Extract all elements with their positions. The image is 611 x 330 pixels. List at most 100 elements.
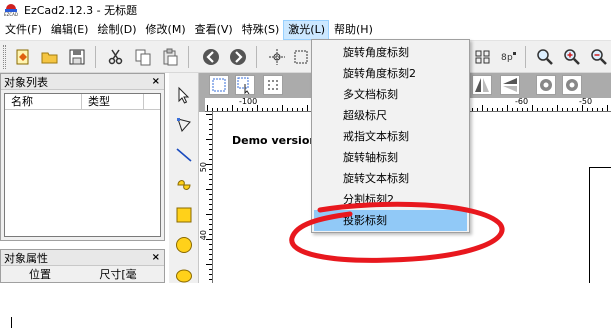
mirror-vertical-icon[interactable] <box>500 75 520 95</box>
object-properties-close-icon[interactable]: × <box>152 252 160 263</box>
back-icon[interactable] <box>199 46 223 68</box>
ruler-tick <box>572 108 573 111</box>
ruler-tick <box>487 108 488 111</box>
ruler-tick <box>567 108 568 111</box>
node-grid-icon[interactable]: 8p <box>496 46 520 68</box>
grid-icon[interactable] <box>471 46 495 68</box>
menu-item-multi-document-mark[interactable]: 多文档标刻 <box>312 84 469 105</box>
menu-item-rotate-angle-mark[interactable]: 旋转角度标刻 <box>312 42 469 63</box>
ruler-tick <box>297 108 298 111</box>
ruler-tick <box>209 209 212 210</box>
ruler-tick <box>292 108 293 111</box>
menu-view[interactable]: 查看(V) <box>190 20 237 40</box>
save-icon[interactable] <box>65 46 89 68</box>
ruler-tick <box>209 204 212 205</box>
menu-item-projection-mark[interactable]: 投影标刻 <box>314 210 467 231</box>
ruler-tick <box>252 108 253 111</box>
align-right-icon[interactable] <box>562 75 582 95</box>
pan-icon[interactable] <box>265 46 289 68</box>
ruler-tick <box>209 234 212 235</box>
object-list-close-icon[interactable]: × <box>152 76 160 87</box>
forward-icon[interactable] <box>226 46 250 68</box>
menu-item-rotate-text-mark[interactable]: 旋转文本标刻 <box>312 168 469 189</box>
ruler-tick <box>277 108 278 111</box>
menu-help[interactable]: 帮助(H) <box>329 20 377 40</box>
ruler-tick <box>207 105 208 111</box>
column-name[interactable]: 名称 <box>5 94 82 110</box>
ruler-tick <box>209 194 212 195</box>
cut-icon[interactable] <box>104 46 128 68</box>
line-tool-icon[interactable] <box>172 143 196 167</box>
ruler-tick <box>209 159 212 160</box>
menu-item-rotate-angle-mark-2[interactable]: 旋转角度标刻2 <box>312 63 469 84</box>
ruler-tick <box>209 179 212 180</box>
zoom-out-icon[interactable] <box>587 46 611 68</box>
ruler-tick <box>582 105 583 111</box>
open-file-icon[interactable] <box>11 46 35 68</box>
circle-tool-icon[interactable] <box>172 233 196 257</box>
toolbar-grip[interactable] <box>3 45 6 69</box>
ruler-tick <box>247 108 248 111</box>
ruler-tick <box>242 108 243 111</box>
column-type[interactable]: 类型 <box>82 94 144 110</box>
workspace-boundary <box>589 167 611 283</box>
menu-bar: 文件(F) 编辑(E) 绘制(D) 修改(M) 查看(V) 特殊(S) 激光(L… <box>0 20 611 40</box>
draw-dot-grid-icon[interactable] <box>263 75 283 95</box>
menu-laser[interactable]: 激光(L) <box>283 20 330 40</box>
ruler-tick <box>209 124 212 125</box>
zoom-icon[interactable] <box>533 46 557 68</box>
ruler-tick <box>206 264 212 265</box>
menu-item-ring-text-mark[interactable]: 戒指文本标刻 <box>312 126 469 147</box>
ruler-tick <box>267 108 268 111</box>
object-list[interactable]: 名称 类型 <box>4 93 161 237</box>
open-folder-icon[interactable] <box>38 46 62 68</box>
draw-select-box-icon[interactable] <box>209 75 229 95</box>
app-logo: EZCAD <box>4 3 18 17</box>
paste-icon[interactable] <box>158 46 182 68</box>
draw-toolbar <box>169 73 199 283</box>
menu-draw[interactable]: 绘制(D) <box>92 20 140 40</box>
ruler-tick <box>492 108 493 111</box>
curve-tool-icon[interactable] <box>172 173 196 197</box>
ruler-tick <box>212 108 213 111</box>
ruler-tick <box>209 184 212 185</box>
menu-item-split-mark-2[interactable]: 分割标刻2 <box>312 189 469 210</box>
menu-special[interactable]: 特殊(S) <box>237 20 284 40</box>
select-arrow-icon[interactable] <box>172 83 196 107</box>
ruler-tick <box>222 108 223 111</box>
ruler-tick <box>287 108 288 111</box>
ruler-tick <box>562 108 563 111</box>
vertical-ruler: 50 40 <box>199 112 213 283</box>
rectangle-tool-icon[interactable] <box>172 203 196 227</box>
align-left-icon[interactable] <box>536 75 556 95</box>
ruler-tick <box>209 129 212 130</box>
object-properties-columns: 位置 尺寸[毫 <box>1 267 164 283</box>
ruler-tick <box>209 244 212 245</box>
menu-edit[interactable]: 编辑(E) <box>46 20 93 40</box>
ruler-tick <box>209 169 212 170</box>
svg-text:p: p <box>507 53 513 63</box>
menu-file[interactable]: 文件(F) <box>0 20 46 40</box>
ruler-tick <box>206 164 212 165</box>
demo-version-text: Demo version <box>232 134 318 147</box>
ruler-tick <box>517 108 518 111</box>
ruler-tick <box>209 154 212 155</box>
ruler-tick <box>497 108 498 111</box>
copy-icon[interactable] <box>131 46 155 68</box>
node-edit-icon[interactable] <box>172 113 196 137</box>
menu-modify[interactable]: 修改(M) <box>141 20 190 40</box>
ruler-tick <box>262 108 263 111</box>
ruler-tick <box>209 149 212 150</box>
object-list-columns: 名称 类型 <box>5 94 160 110</box>
menu-item-rotary-axis-mark[interactable]: 旋转轴标刻 <box>312 147 469 168</box>
ruler-tick <box>302 108 303 111</box>
ruler-tick <box>587 108 588 111</box>
laser-menu-dropdown: 旋转角度标刻 旋转角度标刻2 多文档标刻 超级标尺 戒指文本标刻 旋转轴标刻 旋… <box>311 39 470 233</box>
menu-item-super-ruler[interactable]: 超级标尺 <box>312 105 469 126</box>
ruler-tick <box>206 214 212 215</box>
mirror-horizontal-icon[interactable] <box>472 75 492 95</box>
draw-select-cursor-icon[interactable] <box>235 75 255 95</box>
zoom-in-icon[interactable] <box>560 46 584 68</box>
ruler-tick <box>206 139 212 140</box>
ruler-tick <box>209 199 212 200</box>
